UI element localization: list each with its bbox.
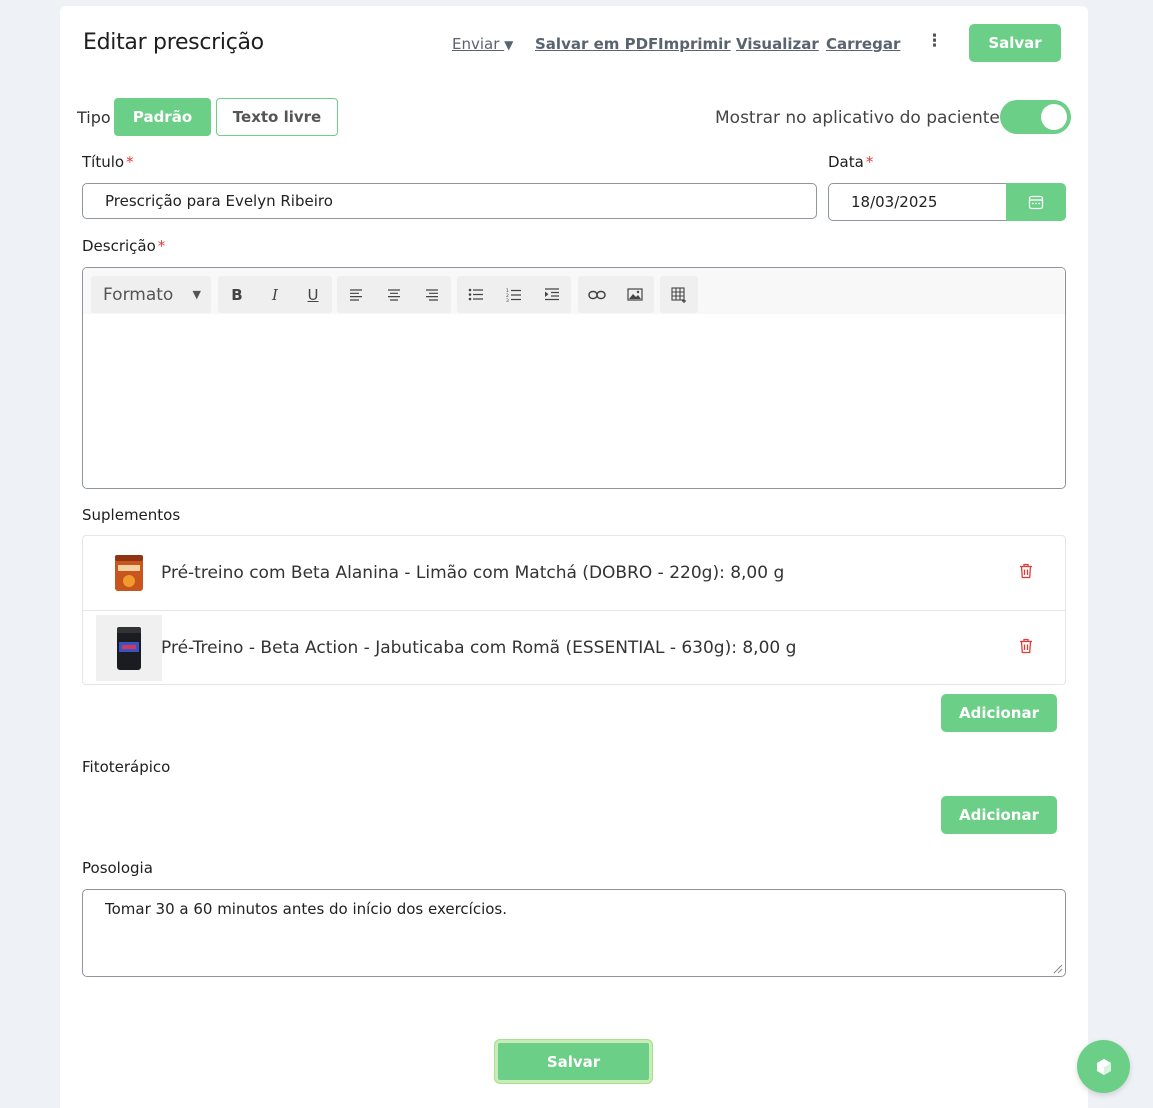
show-in-app-toggle[interactable] <box>1000 100 1071 134</box>
required-marker: * <box>157 237 166 255</box>
date-input[interactable]: 18/03/2025 <box>828 183 1008 221</box>
kebab-icon[interactable]: ⋮ <box>926 33 943 50</box>
type-option-padrao[interactable]: Padrão <box>114 98 211 136</box>
bullet-list-svg <box>468 288 483 301</box>
show-in-app-label: Mostrar no aplicativo do paciente <box>715 108 1000 128</box>
align-left-svg <box>350 288 362 301</box>
caret-down-icon: ▼ <box>504 38 514 52</box>
align-center-svg <box>388 288 400 301</box>
type-option-texto-livre[interactable]: Texto livre <box>216 98 338 136</box>
title-input[interactable]: Prescrição para Evelyn Ribeiro <box>82 183 817 219</box>
format-group: Formato ▼ <box>91 276 211 313</box>
product-image <box>96 615 162 681</box>
product-image <box>96 540 162 606</box>
description-label: Descrição * <box>82 237 165 255</box>
align-group <box>337 276 451 313</box>
date-label: Data * <box>828 153 873 171</box>
caret-down-icon: ▼ <box>192 288 201 301</box>
header-save-button[interactable]: Salvar <box>969 24 1061 62</box>
posology-text: Tomar 30 a 60 minutos antes do início do… <box>105 900 508 918</box>
image-icon[interactable] <box>616 276 654 313</box>
bold-icon[interactable]: B <box>218 276 256 313</box>
footer-save-button[interactable]: Salvar <box>495 1040 652 1083</box>
load-link[interactable]: Carregar <box>826 35 900 53</box>
align-right-svg <box>426 288 438 301</box>
indent-icon[interactable] <box>533 276 571 313</box>
indent-svg <box>545 288 559 301</box>
send-label: Enviar <box>452 35 500 53</box>
insert-group <box>578 276 654 313</box>
text-style-group: B I U <box>218 276 332 313</box>
table-icon[interactable] <box>660 276 698 313</box>
date-label-text: Data <box>828 153 864 171</box>
type-label: Tipo <box>77 108 111 127</box>
posology-textarea[interactable]: Tomar 30 a 60 minutos antes do início do… <box>82 889 1066 977</box>
trash-icon[interactable] <box>1019 638 1033 658</box>
table-svg <box>671 286 686 303</box>
send-dropdown[interactable]: Enviar ▼ <box>452 35 513 53</box>
date-picker-button[interactable] <box>1006 183 1066 221</box>
editor-toolbar: Formato ▼ B I U 123 <box>83 268 1065 314</box>
svg-text:3: 3 <box>506 298 509 302</box>
trash-icon[interactable] <box>1019 563 1033 583</box>
format-dropdown[interactable]: Formato ▼ <box>91 276 211 313</box>
page-title: Editar prescrição <box>83 30 264 55</box>
description-label-text: Descrição <box>82 237 156 255</box>
description-editor[interactable]: Formato ▼ B I U 123 <box>82 267 1066 489</box>
view-link[interactable]: Visualizar <box>736 35 819 53</box>
supplement-text: Pré-Treino - Beta Action - Jabuticaba co… <box>161 637 797 658</box>
phytotherapy-label: Fitoterápico <box>82 758 171 776</box>
required-marker: * <box>126 153 134 171</box>
trash-svg <box>1020 563 1032 579</box>
table-group <box>660 276 698 313</box>
help-fab-button[interactable] <box>1077 1040 1130 1093</box>
required-marker: * <box>865 153 874 171</box>
link-svg <box>588 290 606 299</box>
save-pdf-link[interactable]: Salvar em PDF <box>535 35 658 53</box>
cube-icon <box>1096 1058 1111 1075</box>
list-item: Pré-treino com Beta Alanina - Limão com … <box>83 536 1065 610</box>
supplements-label: Suplementos <box>82 506 181 524</box>
toggle-knob <box>1041 104 1067 130</box>
format-label: Formato <box>103 284 174 305</box>
align-center-icon[interactable] <box>375 276 413 313</box>
print-link[interactable]: Imprimir <box>658 35 731 53</box>
supplements-list: Pré-treino com Beta Alanina - Limão com … <box>82 535 1066 685</box>
trash-svg <box>1020 638 1032 653</box>
calendar-icon <box>1028 195 1044 210</box>
add-supplement-button[interactable]: Adicionar <box>941 694 1057 732</box>
title-label: Título * <box>82 153 134 171</box>
align-left-icon[interactable] <box>337 276 375 313</box>
image-svg <box>627 288 643 301</box>
list-group: 123 <box>457 276 571 313</box>
numbered-list-icon[interactable]: 123 <box>495 276 533 313</box>
product-jar-icon <box>115 555 143 591</box>
bullet-list-icon[interactable] <box>457 276 495 313</box>
italic-icon[interactable]: I <box>256 276 294 313</box>
resize-handle-icon[interactable] <box>1053 964 1063 974</box>
posology-label: Posologia <box>82 859 153 877</box>
underline-icon[interactable]: U <box>294 276 332 313</box>
product-jar-icon <box>117 627 141 670</box>
header: Editar prescrição Enviar ▼ Salvar em PDF… <box>60 6 1088 78</box>
add-phytotherapy-button[interactable]: Adicionar <box>941 796 1057 834</box>
numbered-list-svg: 123 <box>506 288 521 302</box>
link-icon[interactable] <box>578 276 616 313</box>
supplement-text: Pré-treino com Beta Alanina - Limão com … <box>161 563 785 583</box>
align-right-icon[interactable] <box>413 276 451 313</box>
prescription-card: Editar prescrição Enviar ▼ Salvar em PDF… <box>60 6 1088 1108</box>
title-label-text: Título <box>82 153 125 171</box>
list-item: Pré-Treino - Beta Action - Jabuticaba co… <box>83 610 1065 684</box>
